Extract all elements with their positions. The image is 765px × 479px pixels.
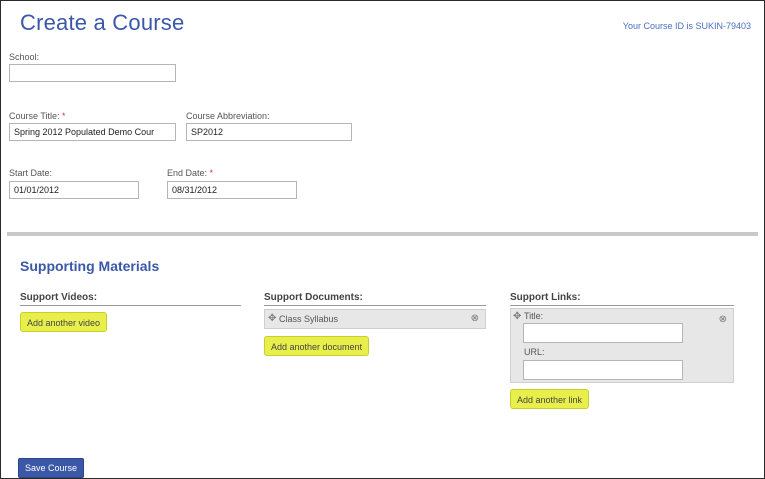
supporting-materials-title: Supporting Materials [20,258,160,274]
add-document-button[interactable]: Add another document [264,336,370,356]
required-mark: * [62,111,66,121]
support-links-divider [510,305,734,306]
remove-icon[interactable]: ⊗ [719,315,727,325]
support-documents-heading: Support Documents: [264,292,363,303]
document-item: ✥ Class Syllabus ⊗ [264,309,486,329]
section-divider [7,232,758,236]
required-mark: * [209,168,214,178]
support-documents-divider [264,305,486,306]
link-title-label: Title: [524,311,544,321]
course-id-text: Your Course ID is SUKIN-79403 [622,21,751,31]
start-date-input[interactable]: 01/01/2012 [9,181,139,199]
support-links-heading: Support Links: [510,292,581,303]
support-videos-divider [20,305,241,306]
course-abbreviation-input[interactable]: SP2012 [186,123,352,141]
document-item-label: Class Syllabus [279,314,339,324]
link-url-label: URL: [524,347,545,357]
school-input[interactable] [9,64,176,82]
course-title-label-text: Course Title: [9,111,60,121]
end-date-label: End Date: * [167,168,213,178]
move-icon[interactable]: ✥ [268,314,276,324]
link-url-input[interactable] [523,360,683,380]
course-title-input[interactable]: Spring 2012 Populated Demo Cour [9,123,176,141]
end-date-input[interactable]: 08/31/2012 [167,181,297,199]
end-date-label-text: End Date: [167,168,208,178]
school-label: School: [9,52,40,62]
remove-icon[interactable]: ⊗ [471,314,479,324]
move-icon[interactable]: ✥ [513,312,521,322]
link-item-panel: ✥ Title: ⊗ URL: [510,308,734,383]
start-date-label: Start Date: [9,168,53,178]
support-videos-heading: Support Videos: [20,292,98,303]
page-title: Create a Course [20,10,185,35]
add-video-button[interactable]: Add another video [20,312,108,332]
course-title-label: Course Title: * [9,111,66,121]
course-abbreviation-label: Course Abbreviation: [186,111,270,121]
link-title-input[interactable] [523,323,683,343]
save-course-button[interactable]: Save Course [18,458,85,478]
add-link-button[interactable]: Add another link [510,389,590,409]
